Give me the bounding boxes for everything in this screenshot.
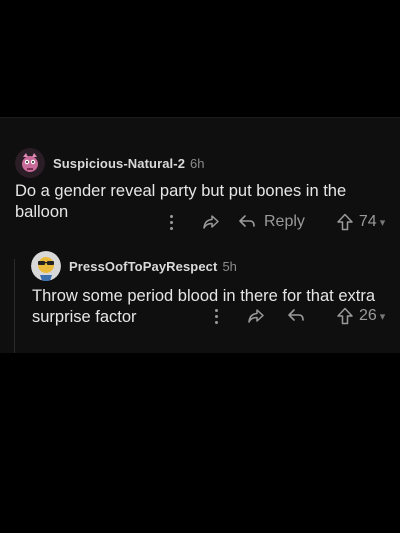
upvote-button[interactable]: 26 ▾ — [337, 307, 385, 325]
share-arrow-icon — [203, 215, 219, 229]
upvote-arrow-icon — [337, 307, 353, 325]
more-vertical-icon — [169, 214, 173, 218]
reply-button[interactable]: Reply — [238, 213, 305, 231]
avatar-image — [31, 251, 61, 281]
upvote-count: 26 — [359, 307, 377, 324]
username[interactable]: Suspicious-Natural-2 — [53, 156, 185, 171]
reply-arrow-icon — [288, 309, 304, 321]
comment-actions: 26 ▾ — [205, 303, 385, 329]
reply-label: Reply — [264, 213, 305, 230]
more-options-button[interactable] — [205, 307, 227, 325]
divider — [0, 117, 400, 118]
reply-button[interactable] — [287, 308, 305, 324]
chevron-down-icon[interactable]: ▾ — [380, 216, 386, 229]
share-arrow-icon — [248, 309, 264, 323]
avatar-image — [15, 148, 45, 178]
more-vertical-icon — [214, 308, 218, 312]
timestamp: 6h — [190, 155, 205, 171]
avatar[interactable] — [15, 148, 45, 178]
upvote-button[interactable]: 74 ▾ — [337, 213, 385, 231]
timestamp: 5h — [222, 258, 237, 274]
chevron-down-icon[interactable]: ▾ — [380, 310, 386, 323]
avatar[interactable] — [31, 251, 61, 281]
share-button[interactable] — [247, 307, 265, 325]
comment-header: PressOofToPayRespect 5h — [31, 250, 237, 282]
more-options-button[interactable] — [160, 213, 182, 231]
thread-collapse-line[interactable] — [14, 259, 15, 353]
upvote-count: 74 — [358, 213, 377, 230]
comment-header: Suspicious-Natural-2 6h — [15, 147, 205, 179]
comment-thread-panel: Suspicious-Natural-2 6h Do a gender reve… — [0, 117, 400, 353]
comment-actions: Reply 74 ▾ — [160, 209, 385, 235]
reply-arrow-icon — [239, 215, 255, 227]
username[interactable]: PressOofToPayRespect — [69, 259, 217, 274]
upvote-arrow-icon — [337, 213, 353, 231]
share-button[interactable] — [202, 213, 220, 231]
